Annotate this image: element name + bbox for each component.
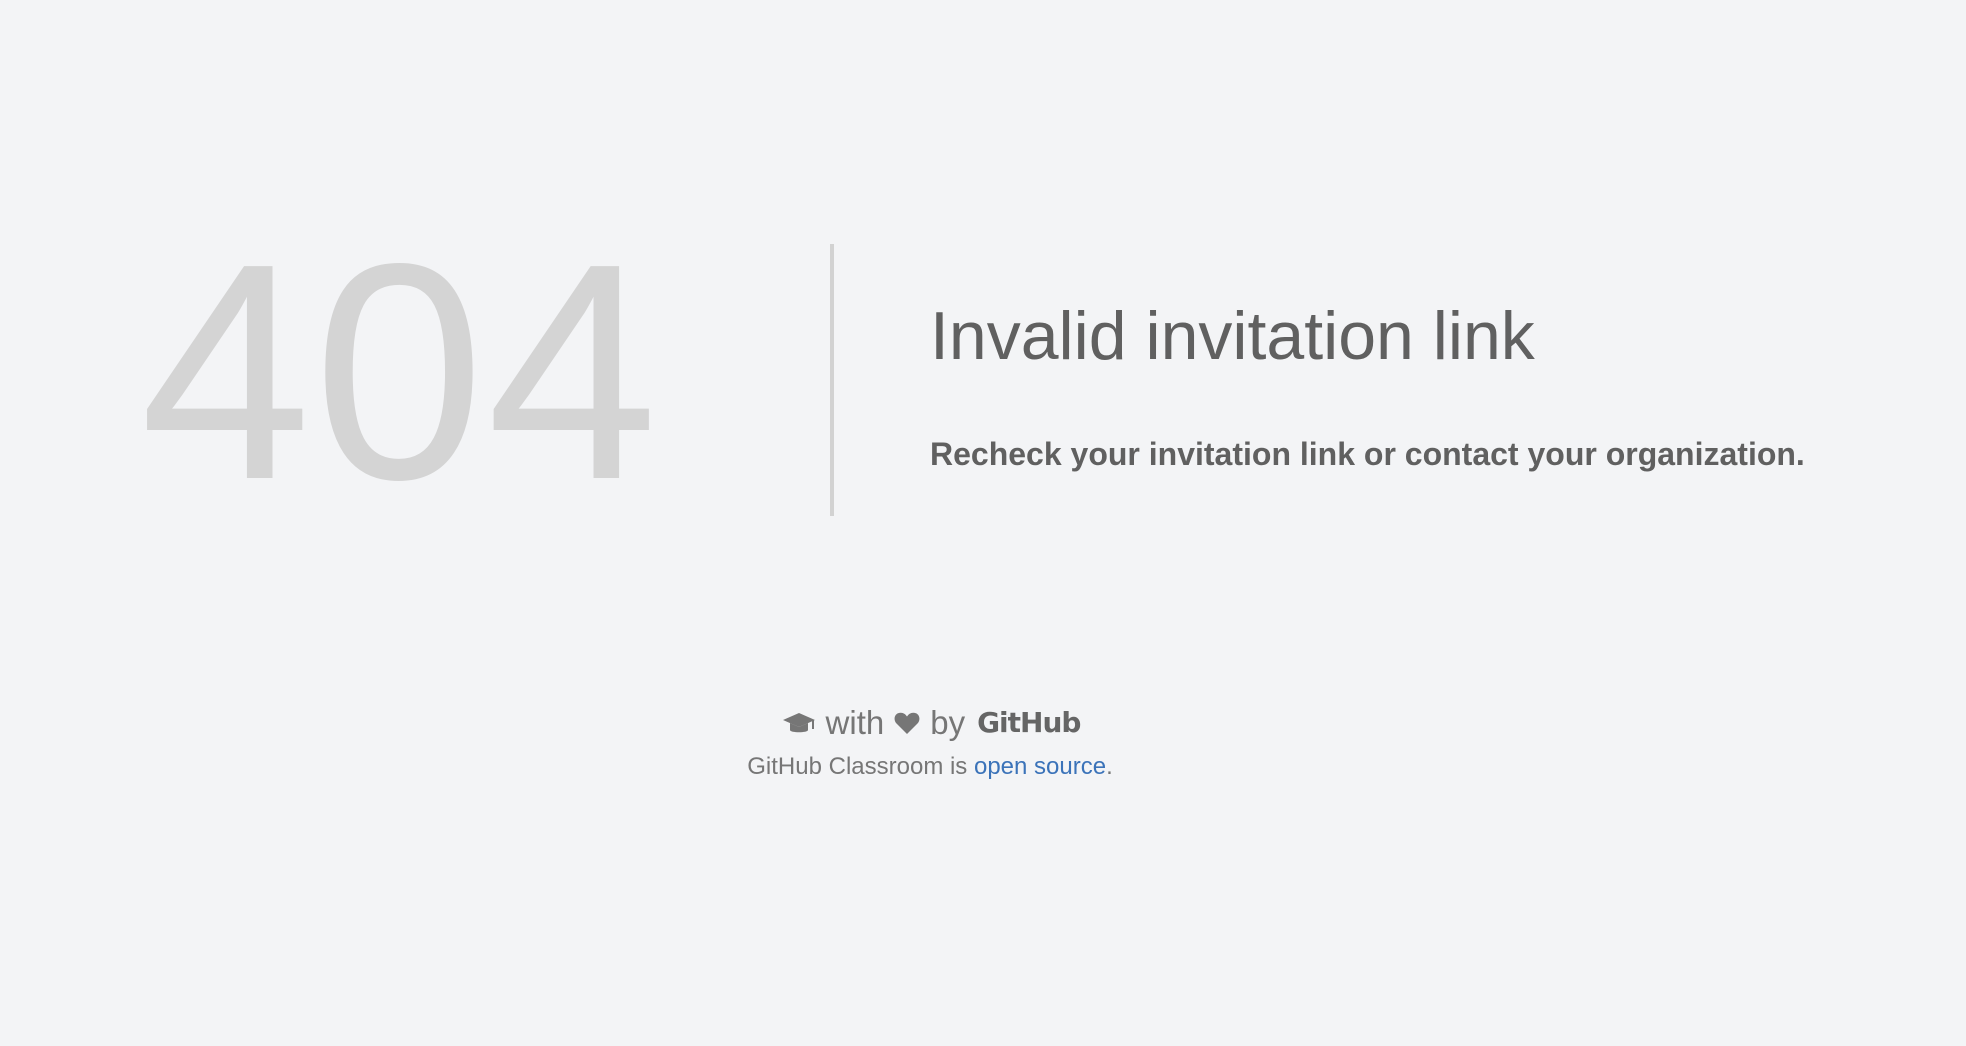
by-text: by bbox=[930, 704, 966, 741]
github-logo: GitHub bbox=[977, 706, 1081, 739]
error-title: Invalid invitation link bbox=[930, 298, 1535, 374]
with-text: with bbox=[825, 704, 885, 741]
footer-suffix: . bbox=[1106, 753, 1113, 780]
footer: with by GitHub GitHub Classroom is open … bbox=[0, 700, 1860, 782]
open-source-link[interactable]: open source bbox=[974, 753, 1106, 780]
footer-open-source-line: GitHub Classroom is open source. bbox=[0, 752, 1860, 782]
error-code: 404 bbox=[140, 200, 660, 544]
heart-icon bbox=[894, 711, 920, 735]
footer-prefix: GitHub Classroom is bbox=[747, 753, 974, 780]
graduation-cap-icon bbox=[782, 711, 816, 735]
error-message: Recheck your invitation link or contact … bbox=[930, 436, 1805, 472]
divider bbox=[830, 244, 834, 516]
footer-credit: with by GitHub bbox=[782, 700, 1081, 746]
